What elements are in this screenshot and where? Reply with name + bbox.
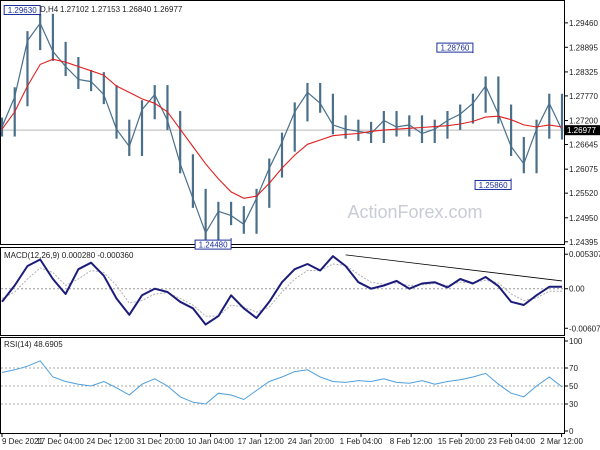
price-y-tick-label: 1.26645: [569, 141, 598, 150]
chart-ohlc-values: 1.27102 1.27153 1.26840 1.26977: [60, 5, 183, 14]
price-annotation: 1.29630: [3, 5, 41, 16]
x-tick-label: 23 Feb 04:00: [488, 437, 536, 446]
x-tick-label: 17 Jan 12:00: [238, 437, 285, 446]
price-annotation: 1.25860: [474, 178, 512, 190]
price-y-tick-label: 1.25520: [569, 189, 598, 198]
rsi-y-tick-label: 50: [569, 382, 578, 391]
macd-title: MACD(12,26,9) 0.000280 -0.000360: [4, 251, 134, 260]
x-tick-label: 31 Dec 20:00: [137, 437, 185, 446]
rsi-y-tick-label: 0: [569, 427, 574, 436]
macd-panel-frame: [0, 247, 565, 336]
price-y-tick-label: 1.28895: [569, 43, 598, 52]
annotation-label: 1.29630: [8, 6, 37, 15]
macd-y-tick-label: 0.005307: [569, 250, 600, 259]
rsi-y-tick-label: 70: [569, 364, 578, 373]
rsi-title: RSI(14) 48.6905: [4, 340, 63, 349]
watermark: ActionForex.com: [347, 202, 482, 222]
rsi-y-tick-label: 30: [569, 400, 578, 409]
x-tick-label: 24 Jan 20:00: [288, 437, 335, 446]
price-y-tick-label: 1.27200: [569, 117, 598, 126]
price-y-tick-label: 1.27770: [569, 92, 598, 101]
macd-y-tick-label: 0.00: [569, 285, 585, 294]
price-y-tick-label: 1.24395: [569, 238, 598, 247]
x-tick-label: 10 Jan 04:00: [187, 437, 234, 446]
x-tick-label: 2 Mar 12:00: [540, 437, 583, 446]
annotation-label: 1.24480: [199, 240, 228, 249]
price-y-tick-label: 1.29460: [569, 19, 598, 28]
x-tick-label: 17 Dec 04:00: [36, 437, 84, 446]
price-annotation: 1.24480: [194, 238, 232, 250]
price-y-tick-label: 1.26075: [569, 165, 598, 174]
price-annotation: 1.28760: [436, 42, 474, 54]
annotation-label: 1.25860: [479, 181, 508, 190]
x-tick-label: 24 Dec 12:00: [86, 437, 134, 446]
rsi-y-tick-label: 100: [569, 337, 583, 346]
current-price-label: 1.26977: [567, 126, 596, 135]
annotation-label: 1.28760: [440, 43, 469, 52]
x-tick-label: 8 Feb 12:00: [390, 437, 433, 446]
x-tick-label: 15 Feb 20:00: [438, 437, 486, 446]
chart-svg: ActionForex.com ▼ USDCAD,H4 1.27102 1.27…: [0, 0, 600, 446]
price-y-tick-label: 1.24950: [569, 214, 598, 223]
price-y-tick-label: 1.28325: [569, 68, 598, 77]
macd-y-tick-label: -0.006074: [569, 324, 600, 333]
x-tick-label: 1 Feb 04:00: [340, 437, 383, 446]
